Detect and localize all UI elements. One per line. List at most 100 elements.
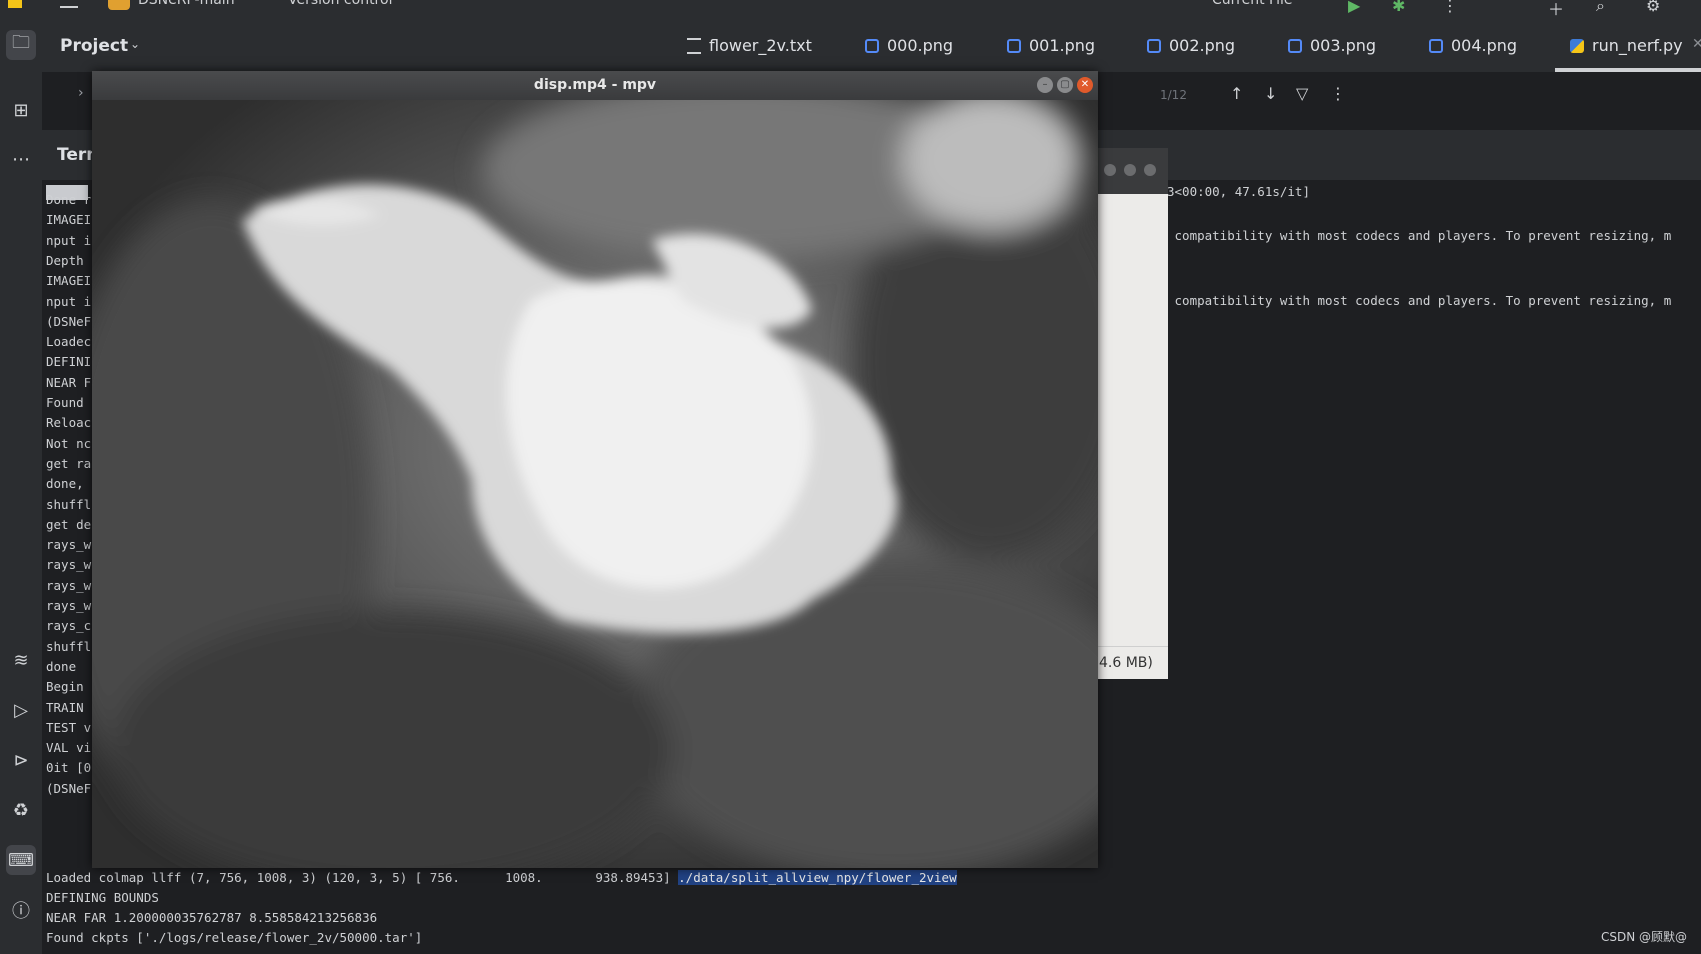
background-window-footer: 4.6 MB) <box>1098 646 1168 679</box>
tool-window-bar: 🗀 ⊞ ⋯ ≋ ▷ ⊳ ♻ ⌨ ⓘ <box>0 20 43 954</box>
tab-run-nerf-py[interactable]: run_nerf.py <box>1570 36 1683 55</box>
image-file-icon <box>1429 38 1443 53</box>
main-menu-icon[interactable] <box>60 0 78 8</box>
minimize-icon[interactable]: – <box>1037 77 1053 93</box>
problems-icon[interactable]: ⓘ <box>6 895 36 925</box>
terminal-icon[interactable]: ⌨ <box>6 845 36 875</box>
run-icon[interactable]: ▶ <box>1348 0 1360 15</box>
terminal-line: NEAR F <box>46 374 92 390</box>
terminal-line: nput i <box>46 293 92 309</box>
terminal-line: DEFINI <box>46 354 92 370</box>
tab-003-png[interactable]: 003.png <box>1288 36 1376 55</box>
arrow-down-icon[interactable]: ↓ <box>1264 84 1277 103</box>
chevron-down-icon[interactable]: ⌄ <box>130 37 140 51</box>
terminal-line: Depth <box>46 252 84 268</box>
image-file-icon <box>865 38 879 53</box>
mpv-titlebar[interactable]: disp.mp4 - mpv – ▢ ✕ <box>92 71 1098 100</box>
background-window-titlebar[interactable] <box>1098 148 1168 194</box>
terminal-line: Not nc <box>46 435 92 451</box>
top-toolbar: DSNeRF-main Version control Current File… <box>0 0 1701 20</box>
terminal-line: Found ckpts ['./logs/release/flower_2v/5… <box>46 930 423 945</box>
project-panel-header: Project ⌄ <box>42 20 655 72</box>
selected-path[interactable]: ./data/split_allview_npy/flower_2view <box>678 870 957 885</box>
debug-icon[interactable]: ✱ <box>1392 0 1405 15</box>
loaded-line-prefix: Loaded colmap llff (7, 756, 1008, 3) (12… <box>46 870 679 885</box>
project-panel-title[interactable]: Project <box>60 36 128 56</box>
image-file-icon <box>1288 38 1302 53</box>
text-file-icon <box>687 37 701 54</box>
tab-label: 000.png <box>887 36 954 55</box>
more-options-icon[interactable]: ⋮ <box>1330 84 1346 103</box>
terminal-line: done, <box>46 476 84 492</box>
background-window[interactable]: 4.6 MB) <box>1098 148 1168 679</box>
settings-gear-icon[interactable]: ⚙ <box>1646 0 1660 15</box>
more-actions-icon[interactable]: ⋮ <box>1442 0 1458 15</box>
more-tools-icon[interactable]: ⋯ <box>6 144 36 174</box>
match-counter: 1/12 <box>1160 88 1187 102</box>
terminal-line: TRAIN <box>46 699 84 715</box>
tab-label: 002.png <box>1169 36 1236 55</box>
layers-icon[interactable]: ≋ <box>6 645 36 675</box>
terminal-line: get ra <box>46 455 92 471</box>
structure-icon[interactable]: ⊞ <box>6 95 36 125</box>
close-icon[interactable]: ✕ <box>1077 77 1093 93</box>
terminal-line: done <box>46 658 77 674</box>
tab-label: 001.png <box>1029 36 1096 55</box>
terminal-line: IMAGEI <box>46 273 92 289</box>
maximize-icon[interactable]: ▢ <box>1057 77 1073 93</box>
breadcrumb-chevron-icon[interactable]: › <box>78 85 84 101</box>
terminal-line: IMAGEI <box>46 212 92 228</box>
tab-flower-2v-txt[interactable]: flower_2v.txt <box>687 36 812 55</box>
terminal-line: DEFINING BOUNDS <box>46 890 159 905</box>
terminal-line-right: compatibility with most codecs and playe… <box>1167 228 1672 243</box>
terminal-line: shuffl <box>46 496 92 512</box>
run-config-select[interactable]: Current File <box>1212 0 1292 8</box>
project-name[interactable]: DSNeRF-main <box>138 0 235 8</box>
python-console-icon[interactable]: ♻ <box>6 795 36 825</box>
project-badge-icon[interactable] <box>108 0 130 10</box>
terminal-line: rays_w <box>46 577 92 593</box>
depth-map-image <box>92 100 1098 868</box>
python-file-icon <box>1570 38 1584 53</box>
terminal-line: Reloac <box>46 415 92 431</box>
image-file-icon <box>1007 38 1021 53</box>
terminal-line: (DSNeF <box>46 780 92 796</box>
minimize-icon[interactable] <box>1104 164 1116 176</box>
maximize-icon[interactable] <box>1124 164 1136 176</box>
find-bar: 1/12 ↑ ↓ ▽ ⋮ <box>1100 72 1701 130</box>
services-icon[interactable]: ⊳ <box>6 745 36 775</box>
arrow-up-icon[interactable]: ↑ <box>1230 84 1243 103</box>
run-tool-icon[interactable]: ▷ <box>6 695 36 725</box>
file-size-text: 4.6 MB) <box>1099 655 1153 671</box>
terminal-line: rays_w <box>46 557 92 573</box>
mpv-window-title: disp.mp4 - mpv <box>533 77 657 93</box>
terminal-line: get de <box>46 516 92 532</box>
terminal-line: Loadec <box>46 334 92 350</box>
terminal-line: shuffl <box>46 638 92 654</box>
tab-label: run_nerf.py <box>1592 36 1683 55</box>
search-icon[interactable]: ⌕ <box>1596 0 1605 16</box>
terminal-line-right: 3<00:00, 47.61s/it] <box>1167 184 1310 199</box>
tab-004-png[interactable]: 004.png <box>1429 36 1517 55</box>
app-logo-icon[interactable] <box>8 0 22 8</box>
vcs-menu[interactable]: Version control <box>288 0 392 8</box>
project-folder-icon[interactable]: 🗀 <box>6 30 36 60</box>
tab-label: 004.png <box>1451 36 1518 55</box>
image-file-icon <box>1147 38 1161 53</box>
terminal-line: TEST v <box>46 719 92 735</box>
video-frame[interactable] <box>92 100 1098 868</box>
terminal-line: (DSNeF <box>46 313 92 329</box>
tab-000-png[interactable]: 000.png <box>865 36 953 55</box>
terminal-line: VAL vi <box>46 740 92 756</box>
terminal-line: Begin <box>46 679 84 695</box>
close-tab-icon[interactable]: ✕ <box>1692 36 1701 52</box>
filter-icon[interactable]: ▽ <box>1296 84 1308 103</box>
watermark-text: CSDN @顾默@ <box>1601 930 1688 944</box>
editor-tabs: flower_2v.txt 000.png 001.png 002.png 00… <box>655 20 1701 73</box>
terminal-line: Done r <box>46 192 92 207</box>
tab-001-png[interactable]: 001.png <box>1007 36 1095 55</box>
add-user-icon[interactable]: ＋ <box>1548 0 1564 20</box>
close-icon[interactable] <box>1144 164 1156 176</box>
mpv-window[interactable]: disp.mp4 - mpv – ▢ ✕ <box>92 71 1098 868</box>
tab-002-png[interactable]: 002.png <box>1147 36 1235 55</box>
